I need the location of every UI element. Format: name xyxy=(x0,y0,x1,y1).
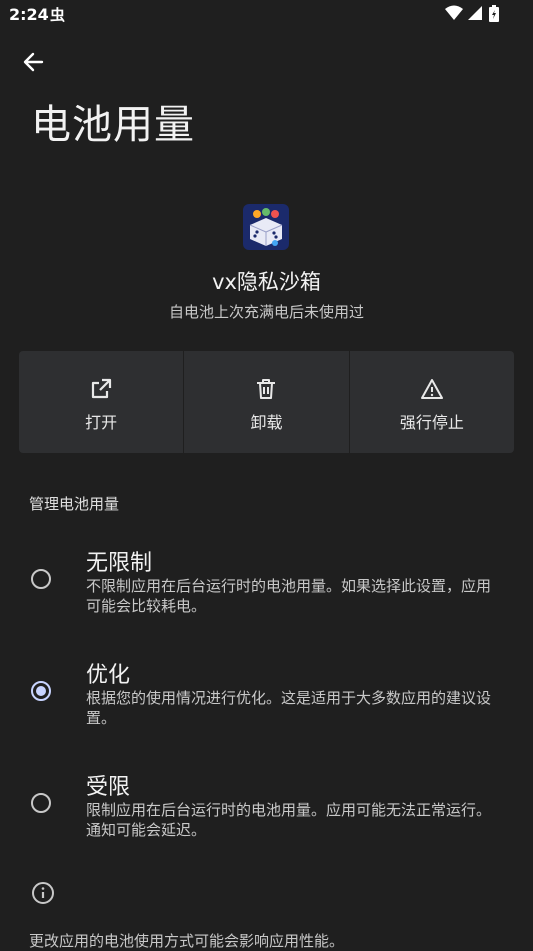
force-stop-button[interactable]: 强行停止 xyxy=(348,351,514,453)
option-title: 无限制 xyxy=(86,551,153,576)
back-button[interactable] xyxy=(14,44,52,80)
open-label: 打开 xyxy=(85,413,118,432)
uninstall-label: 卸载 xyxy=(250,413,283,432)
page-title: 电池用量 xyxy=(31,102,195,148)
app-dice-icon xyxy=(243,204,289,250)
radio-unrestricted[interactable] xyxy=(31,569,51,589)
radio-restricted[interactable] xyxy=(31,793,51,813)
option-unrestricted[interactable]: 无限制 不限制应用在后台运行时的电池用量。如果选择此设置，应用可能会比较耗电。 xyxy=(0,540,533,624)
app-actions: 打开 卸载 强行停止 xyxy=(19,351,514,453)
battery-icon xyxy=(489,5,499,22)
status-bar: 2:24 虫 xyxy=(0,0,533,30)
option-title: 受限 xyxy=(86,775,131,800)
option-title: 优化 xyxy=(86,663,131,688)
uninstall-button[interactable]: 卸载 xyxy=(183,351,349,453)
info-icon xyxy=(32,882,54,904)
section-title: 管理电池用量 xyxy=(29,495,120,513)
arrow-left-icon xyxy=(23,52,44,72)
force-stop-label: 强行停止 xyxy=(399,413,464,432)
option-description: 限制应用在后台运行时的电池用量。应用可能无法正常运行。通知可能会延迟。 xyxy=(86,801,492,839)
option-description: 不限制应用在后台运行时的电池用量。如果选择此设置，应用可能会比较耗电。 xyxy=(86,577,492,615)
warning-icon xyxy=(420,379,443,399)
trash-icon xyxy=(257,379,276,399)
open-external-icon xyxy=(92,378,112,399)
open-button[interactable]: 打开 xyxy=(19,351,184,453)
option-restricted[interactable]: 受限 限制应用在后台运行时的电池用量。应用可能无法正常运行。通知可能会延迟。 xyxy=(0,764,533,848)
radio-optimized[interactable] xyxy=(31,681,51,701)
option-optimized[interactable]: 优化 根据您的使用情况进行优化。这是适用于大多数应用的建议设置。 xyxy=(0,652,533,736)
option-description: 根据您的使用情况进行优化。这是适用于大多数应用的建议设置。 xyxy=(86,689,492,727)
notification-icon: 虫 xyxy=(50,6,66,24)
app-subtitle: 自电池上次充满电后未使用过 xyxy=(168,303,364,321)
status-time: 2:24 xyxy=(9,5,49,24)
app-name: vx隐私沙箱 xyxy=(212,270,321,294)
signal-icon xyxy=(468,6,482,20)
wifi-icon xyxy=(445,5,463,20)
